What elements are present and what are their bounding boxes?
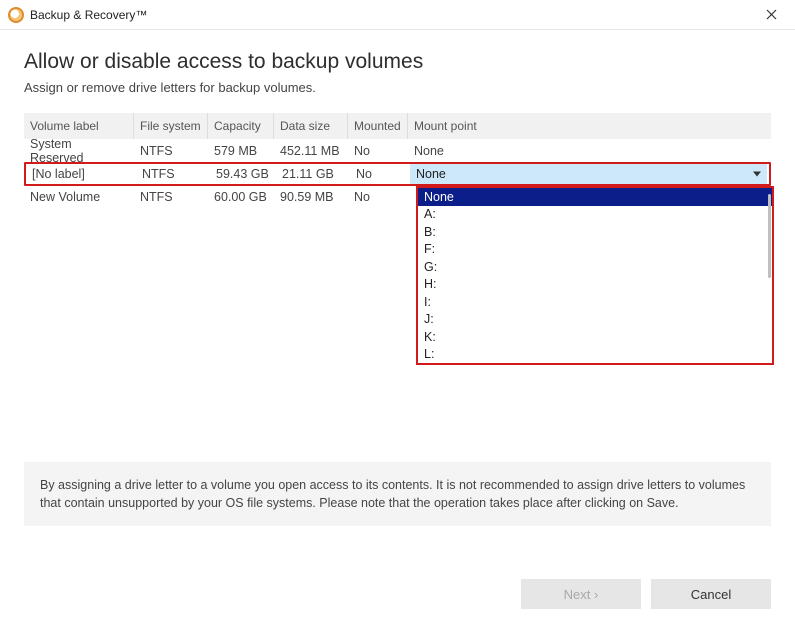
col-capacity[interactable]: Capacity xyxy=(208,113,274,139)
page-heading: Allow or disable access to backup volume… xyxy=(24,50,771,74)
table-row-selected[interactable]: [No label] NTFS 59.43 GB 21.11 GB No Non… xyxy=(24,162,771,186)
dropdown-scrollbar[interactable] xyxy=(768,194,771,278)
cell-volume: New Volume xyxy=(24,190,134,204)
cell-fs: NTFS xyxy=(134,190,208,204)
close-icon xyxy=(766,9,777,20)
cell-mounted: No xyxy=(348,144,408,158)
cancel-button[interactable]: Cancel xyxy=(651,579,771,609)
cell-capacity: 60.00 GB xyxy=(208,190,274,204)
dropdown-option[interactable]: F: xyxy=(418,241,772,259)
volumes-grid: Volume label File system Capacity Data s… xyxy=(24,113,771,209)
app-icon xyxy=(8,7,24,23)
cell-mount-point-dropdown[interactable]: None xyxy=(410,164,769,184)
mount-point-value: None xyxy=(416,167,446,181)
cell-fs: NTFS xyxy=(136,167,210,181)
col-data-size[interactable]: Data size xyxy=(274,113,348,139)
cell-data-size: 21.11 GB xyxy=(276,167,350,181)
dropdown-option[interactable]: L: xyxy=(418,346,772,364)
dropdown-option[interactable]: G: xyxy=(418,258,772,276)
cell-mounted: No xyxy=(348,190,408,204)
page-subtitle: Assign or remove drive letters for backu… xyxy=(24,80,771,95)
cell-data-size: 452.11 MB xyxy=(274,144,348,158)
col-mount-point[interactable]: Mount point xyxy=(408,113,771,139)
dropdown-option[interactable]: J: xyxy=(418,311,772,329)
footer: Next › Cancel xyxy=(521,579,771,609)
col-file-system[interactable]: File system xyxy=(134,113,208,139)
dropdown-option[interactable]: I: xyxy=(418,293,772,311)
dropdown-option[interactable]: B: xyxy=(418,223,772,241)
grid-header: Volume label File system Capacity Data s… xyxy=(24,113,771,139)
cell-mount-point[interactable]: None xyxy=(408,144,771,158)
content: Allow or disable access to backup volume… xyxy=(0,30,795,209)
dropdown-option[interactable]: None xyxy=(418,188,772,206)
cell-data-size: 90.59 MB xyxy=(274,190,348,204)
cell-volume: [No label] xyxy=(26,167,136,181)
dropdown-option[interactable]: K: xyxy=(418,328,772,346)
col-mounted[interactable]: Mounted xyxy=(348,113,408,139)
dropdown-option[interactable]: H: xyxy=(418,276,772,294)
next-button[interactable]: Next › xyxy=(521,579,641,609)
cell-fs: NTFS xyxy=(134,144,208,158)
dropdown-option[interactable]: A: xyxy=(418,206,772,224)
cell-capacity: 59.43 GB xyxy=(210,167,276,181)
cell-volume: System Reserved xyxy=(24,137,134,165)
info-panel: By assigning a drive letter to a volume … xyxy=(24,462,771,526)
cell-capacity: 579 MB xyxy=(208,144,274,158)
table-row[interactable]: System Reserved NTFS 579 MB 452.11 MB No… xyxy=(24,139,771,163)
close-button[interactable] xyxy=(751,0,791,30)
app-title: Backup & Recovery™ xyxy=(30,8,147,22)
cell-mounted: No xyxy=(350,167,410,181)
chevron-down-icon xyxy=(753,172,761,177)
mount-point-dropdown-list[interactable]: None A: B: F: G: H: I: J: K: L: xyxy=(416,186,774,365)
titlebar: Backup & Recovery™ xyxy=(0,0,795,30)
col-volume-label[interactable]: Volume label xyxy=(24,113,134,139)
